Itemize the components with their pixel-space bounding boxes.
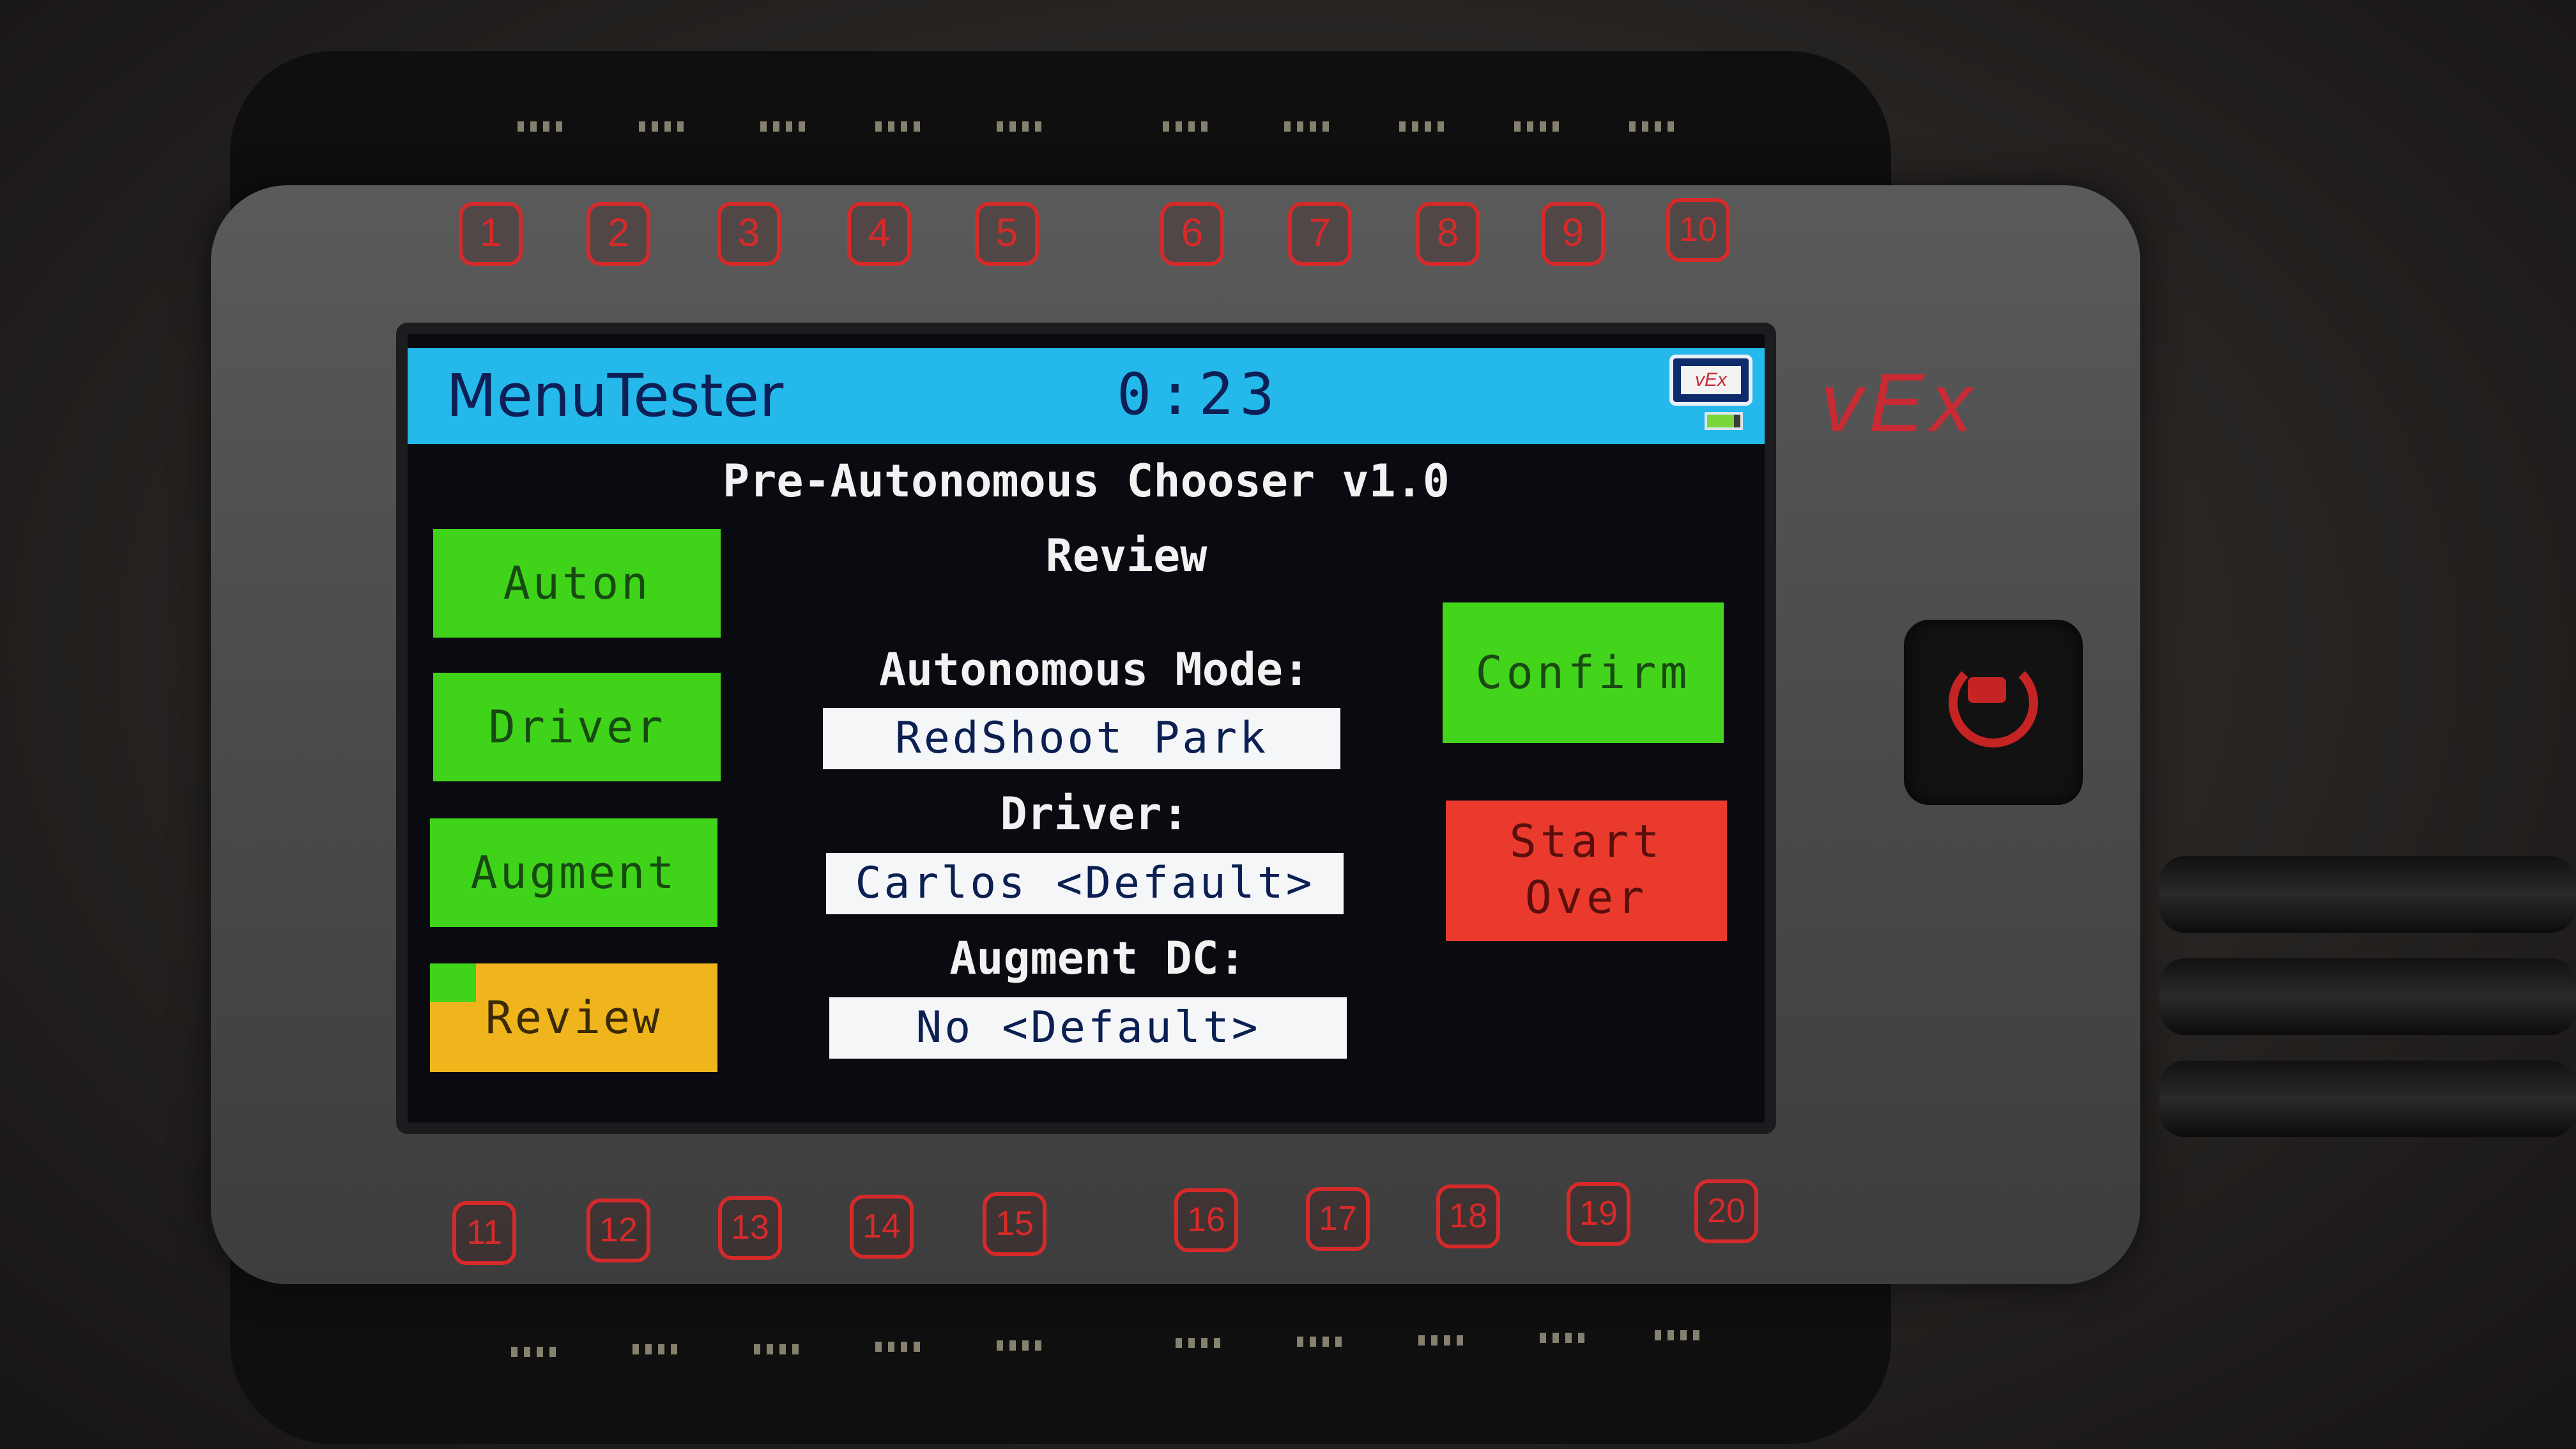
- port-pins: [1655, 1330, 1706, 1340]
- port-16[interactable]: 16: [1174, 1188, 1238, 1252]
- port-18[interactable]: 18: [1436, 1184, 1500, 1248]
- port-pins: [1297, 1337, 1348, 1347]
- port-5[interactable]: 5: [975, 202, 1039, 266]
- vex-logo-icon[interactable]: vEx: [1669, 355, 1752, 406]
- port-19[interactable]: 19: [1567, 1182, 1630, 1246]
- port-15[interactable]: 15: [983, 1192, 1046, 1256]
- autonomous-mode-value: RedShoot Park: [823, 708, 1340, 769]
- cable: [2159, 856, 2576, 933]
- port-13[interactable]: 13: [718, 1196, 782, 1260]
- autonomous-mode-label: Autonomous Mode:: [878, 643, 1310, 696]
- selected-marker: [430, 963, 476, 1002]
- augment-label: Augment DC:: [949, 932, 1246, 985]
- port-pins: [997, 121, 1048, 132]
- menu-button-review-label: Review: [485, 992, 663, 1044]
- touch-screen[interactable]: MenuTester 0:23 vEx Pre-Autonomous Choos…: [396, 323, 1776, 1134]
- start-over-label-line2: Over: [1524, 871, 1648, 924]
- port-pins: [1176, 1338, 1227, 1348]
- port-11[interactable]: 11: [452, 1201, 516, 1265]
- port-20[interactable]: 20: [1694, 1179, 1758, 1243]
- port-9[interactable]: 9: [1541, 202, 1605, 266]
- port-3[interactable]: 3: [717, 202, 781, 266]
- menu-button-auton[interactable]: Auton: [433, 529, 721, 638]
- port-2[interactable]: 2: [586, 202, 650, 266]
- section-title: Review: [1045, 530, 1208, 582]
- port-pins: [875, 1342, 926, 1352]
- driver-label: Driver:: [1000, 788, 1189, 840]
- port-pins: [1399, 121, 1450, 132]
- port-pins: [997, 1340, 1048, 1351]
- chooser-title: Pre-Autonomous Chooser v1.0: [723, 455, 1450, 507]
- confirm-button[interactable]: Confirm: [1443, 602, 1724, 743]
- port-pins: [639, 121, 690, 132]
- port-pins: [1418, 1335, 1469, 1346]
- port-pins: [1284, 121, 1335, 132]
- power-button[interactable]: [1904, 620, 2083, 805]
- port-8[interactable]: 8: [1416, 202, 1480, 266]
- battery-icon: [1705, 412, 1743, 430]
- port-10[interactable]: 10: [1666, 198, 1730, 262]
- vex-brand-logo: vEx: [1821, 356, 1979, 449]
- vex-logo-mark: vEx: [1681, 366, 1741, 394]
- status-bar: MenuTester 0:23 vEx: [408, 348, 1765, 444]
- port-1[interactable]: 1: [459, 202, 523, 266]
- start-over-button[interactable]: Start Over: [1446, 801, 1727, 941]
- power-icon-stem: [1968, 677, 2006, 703]
- port-pins: [754, 1344, 805, 1354]
- port-pins: [1629, 121, 1680, 132]
- cable: [2159, 958, 2576, 1035]
- port-17[interactable]: 17: [1306, 1187, 1370, 1251]
- driver-value: Carlos <Default>: [826, 853, 1344, 914]
- port-pins: [875, 121, 926, 132]
- start-over-label-line1: Start: [1509, 815, 1664, 868]
- augment-value: No <Default>: [829, 997, 1347, 1059]
- port-pins: [760, 121, 811, 132]
- port-4[interactable]: 4: [847, 202, 911, 266]
- battery-fill: [1707, 415, 1734, 427]
- port-pins: [511, 1347, 562, 1357]
- cable: [2159, 1061, 2576, 1137]
- port-6[interactable]: 6: [1160, 202, 1224, 266]
- program-name: MenuTester: [446, 362, 784, 430]
- port-pins: [518, 121, 569, 132]
- menu-button-augment[interactable]: Augment: [430, 818, 717, 927]
- port-7[interactable]: 7: [1288, 202, 1352, 266]
- power-icon: [1949, 658, 2038, 747]
- port-pins: [1514, 121, 1565, 132]
- photo-background: 1 2 3 4 5 6 7 8 9 10 11 12 13 14 15 16 1…: [0, 0, 2576, 1449]
- menu-button-driver[interactable]: Driver: [433, 673, 721, 781]
- port-12[interactable]: 12: [586, 1199, 650, 1262]
- menu-button-review[interactable]: Review: [430, 963, 717, 1072]
- port-pins: [632, 1344, 684, 1354]
- match-timer: 0:23: [1117, 361, 1281, 428]
- port-pins: [1540, 1333, 1591, 1343]
- port-pins: [1163, 121, 1214, 132]
- port-14[interactable]: 14: [850, 1195, 914, 1259]
